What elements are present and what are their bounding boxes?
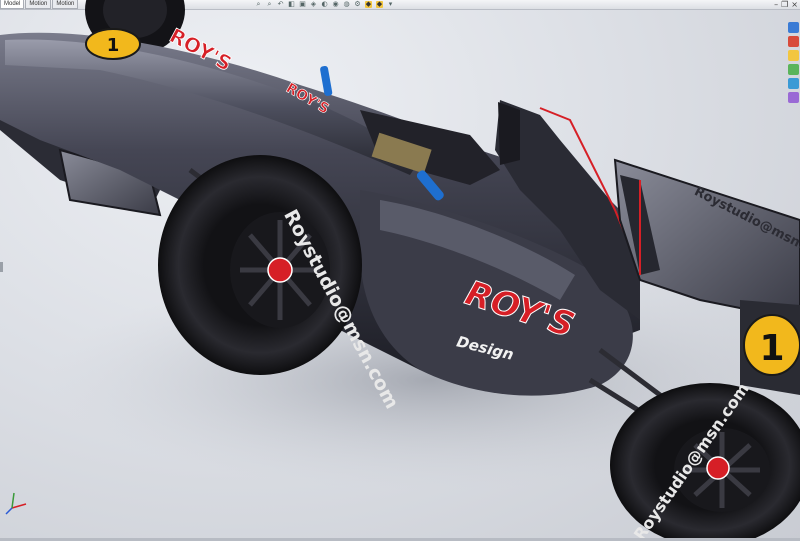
mirror-left bbox=[320, 65, 333, 96]
nose-badge-number: 1 bbox=[107, 35, 120, 56]
rear-right-hub bbox=[706, 456, 730, 480]
rear-badge-number: 1 bbox=[759, 328, 784, 369]
rear-badge: 1 bbox=[740, 300, 800, 395]
reference-triad bbox=[5, 492, 27, 515]
front-right-hub bbox=[267, 257, 293, 283]
triad-z-axis bbox=[5, 507, 13, 515]
triad-x-axis bbox=[11, 503, 27, 509]
triad-y-axis bbox=[11, 492, 15, 509]
model-viewport[interactable]: 1 ROY'S ROY'S ROY'S Design Roystudio@msn… bbox=[0, 0, 800, 541]
nose-badge: 1 bbox=[85, 28, 141, 60]
